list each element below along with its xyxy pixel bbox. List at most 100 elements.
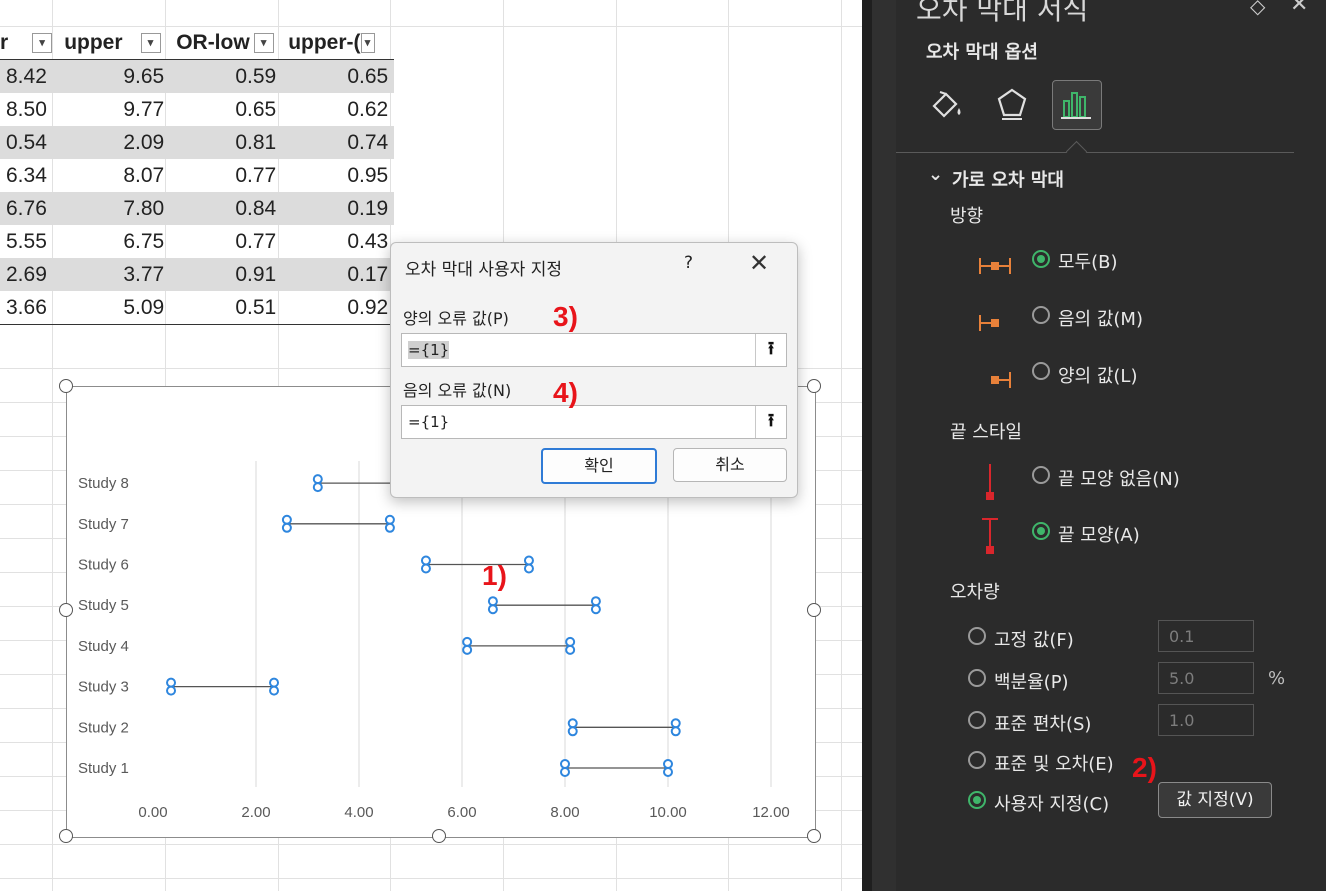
table-cell[interactable]: 6.76 xyxy=(0,192,59,225)
resize-handle[interactable] xyxy=(807,379,821,393)
table-cell[interactable]: 0.95 xyxy=(282,159,394,192)
table-cell[interactable]: 8.42 xyxy=(0,59,59,93)
filter-dropdown-icon[interactable]: ▾ xyxy=(253,32,274,53)
specify-value-button[interactable]: 값 지정(V) xyxy=(1158,782,1272,818)
table-cell[interactable]: 0.77 xyxy=(170,159,282,192)
resize-handle[interactable] xyxy=(432,829,446,843)
y-category-label: Study 4 xyxy=(78,638,129,655)
direction-minus-radio[interactable] xyxy=(1032,306,1050,324)
close-icon[interactable]: ✕ xyxy=(1290,0,1308,17)
custom-label[interactable]: 사용자 지정(C) xyxy=(994,790,1109,816)
paint-bucket-icon[interactable] xyxy=(926,84,966,124)
percentage-input[interactable]: 5.0 xyxy=(1158,662,1254,694)
pane-splitter[interactable] xyxy=(862,0,872,891)
table-row: 5.55 6.75 0.77 0.43 xyxy=(0,225,394,258)
grid-line xyxy=(0,878,862,879)
table-cell[interactable]: 9.77 xyxy=(58,93,170,126)
table-cell[interactable]: 0.65 xyxy=(282,59,395,93)
resize-handle[interactable] xyxy=(59,603,73,617)
positive-error-input[interactable]: ={1} ⭱ xyxy=(401,333,787,367)
table-cell[interactable]: 9.65 xyxy=(58,59,171,93)
table-cell[interactable]: 6.34 xyxy=(0,159,58,192)
cap-radio[interactable] xyxy=(1032,522,1050,540)
ok-button[interactable]: 확인 xyxy=(541,448,657,484)
table-cell[interactable]: 0.19 xyxy=(282,192,395,225)
table-cell[interactable]: 7.80 xyxy=(58,192,171,225)
table-cell[interactable]: 0.51 xyxy=(170,291,283,325)
annotation-4: 4) xyxy=(553,377,578,408)
data-point-marker xyxy=(281,522,292,533)
direction-plus-radio[interactable] xyxy=(1032,362,1050,380)
filter-dropdown-icon[interactable]: ▾ xyxy=(360,32,375,53)
table-cell[interactable]: 0.54 xyxy=(0,126,59,159)
table-cell[interactable]: 0.84 xyxy=(170,192,283,225)
std-deviation-input[interactable]: 1.0 xyxy=(1158,704,1254,736)
shape-effects-pentagon-icon[interactable] xyxy=(992,84,1032,124)
table-cell[interactable]: 0.92 xyxy=(282,291,395,325)
table-cell[interactable]: 0.91 xyxy=(170,258,283,291)
table-cell[interactable]: 2.09 xyxy=(58,126,171,159)
column-header[interactable]: OR-low ▾ xyxy=(170,26,283,60)
collapse-dialog-icon[interactable]: ⭱ xyxy=(755,334,786,366)
direction-both-radio[interactable] xyxy=(1032,250,1050,268)
table-cell[interactable]: 0.77 xyxy=(170,225,282,258)
table-cell[interactable]: 0.81 xyxy=(170,126,283,159)
resize-handle[interactable] xyxy=(807,603,821,617)
cap-label[interactable]: 끝 모양(A) xyxy=(1058,521,1140,547)
custom-error-bars-dialog[interactable]: 오차 막대 사용자 지정 ? ✕ 양의 오류 값(P) ={1} ⭱ 음의 오류… xyxy=(390,242,798,498)
data-point-marker xyxy=(567,726,578,737)
table-cell[interactable]: 0.65 xyxy=(170,93,282,126)
table-row: 6.76 7.80 0.84 0.19 xyxy=(0,192,395,225)
no-cap-label[interactable]: 끝 모양 없음(N) xyxy=(1058,465,1180,491)
table-cell[interactable]: 0.74 xyxy=(282,126,395,159)
collapse-dialog-icon[interactable]: ⭱ xyxy=(755,406,786,438)
x-tick-label: 10.00 xyxy=(649,804,687,821)
table-cell[interactable]: 8.07 xyxy=(58,159,170,192)
std-deviation-radio[interactable] xyxy=(968,711,986,729)
custom-radio[interactable] xyxy=(968,791,986,809)
table-cell[interactable]: 3.77 xyxy=(58,258,171,291)
column-header[interactable]: upper ▾ xyxy=(58,26,171,60)
table-cell[interactable]: 8.50 xyxy=(0,93,58,126)
fixed-value-label[interactable]: 고정 값(F) xyxy=(994,626,1074,652)
std-deviation-label[interactable]: 표준 편차(S) xyxy=(994,710,1091,736)
series-options-tab[interactable] xyxy=(1052,80,1102,130)
pane-options-dropdown-icon[interactable]: ◇ xyxy=(1250,0,1265,18)
cancel-button[interactable]: 취소 xyxy=(673,448,787,482)
table-cell[interactable]: 0.17 xyxy=(282,258,395,291)
table-cell[interactable]: 5.55 xyxy=(0,225,58,258)
table-cell[interactable]: 3.66 xyxy=(0,291,59,325)
direction-minus-label[interactable]: 음의 값(M) xyxy=(1058,305,1143,331)
no-cap-radio[interactable] xyxy=(1032,466,1050,484)
table-cell[interactable]: 5.09 xyxy=(58,291,171,325)
fixed-value-input[interactable]: 0.1 xyxy=(1158,620,1254,652)
column-header[interactable]: r ▾ xyxy=(0,26,59,60)
resize-handle[interactable] xyxy=(807,829,821,843)
filter-dropdown-icon[interactable]: ▾ xyxy=(32,32,53,53)
close-icon[interactable]: ✕ xyxy=(749,249,769,277)
negative-error-input[interactable]: ={1} ⭱ xyxy=(401,405,787,439)
grid-line xyxy=(841,0,842,891)
help-button[interactable]: ? xyxy=(684,253,693,273)
table-cell[interactable]: 0.62 xyxy=(282,93,394,126)
std-error-label[interactable]: 표준 및 오차(E) xyxy=(994,750,1114,776)
table-cell[interactable]: 2.69 xyxy=(0,258,59,291)
resize-handle[interactable] xyxy=(59,829,73,843)
fixed-value-radio[interactable] xyxy=(968,627,986,645)
direction-both-label[interactable]: 모두(B) xyxy=(1058,248,1118,274)
table-cell[interactable]: 0.59 xyxy=(170,59,283,93)
table-row: 2.69 3.77 0.91 0.17 xyxy=(0,258,395,291)
section-horizontal-error-bars[interactable]: 가로 오차 막대 xyxy=(952,166,1064,192)
resize-handle[interactable] xyxy=(59,379,73,393)
direction-plus-label[interactable]: 양의 값(L) xyxy=(1058,362,1137,388)
error-amount-header: 오차량 xyxy=(950,582,1000,603)
section-chevron-icon[interactable]: ⌄ xyxy=(928,164,943,185)
percentage-label[interactable]: 백분율(P) xyxy=(994,668,1069,694)
percent-unit: % xyxy=(1268,668,1286,689)
filter-dropdown-icon[interactable]: ▾ xyxy=(140,32,161,53)
table-cell[interactable]: 6.75 xyxy=(58,225,170,258)
std-error-radio[interactable] xyxy=(968,751,986,769)
percentage-radio[interactable] xyxy=(968,669,986,687)
column-header[interactable]: upper-(▾ xyxy=(282,26,395,60)
table-cell[interactable]: 0.43 xyxy=(282,225,394,258)
